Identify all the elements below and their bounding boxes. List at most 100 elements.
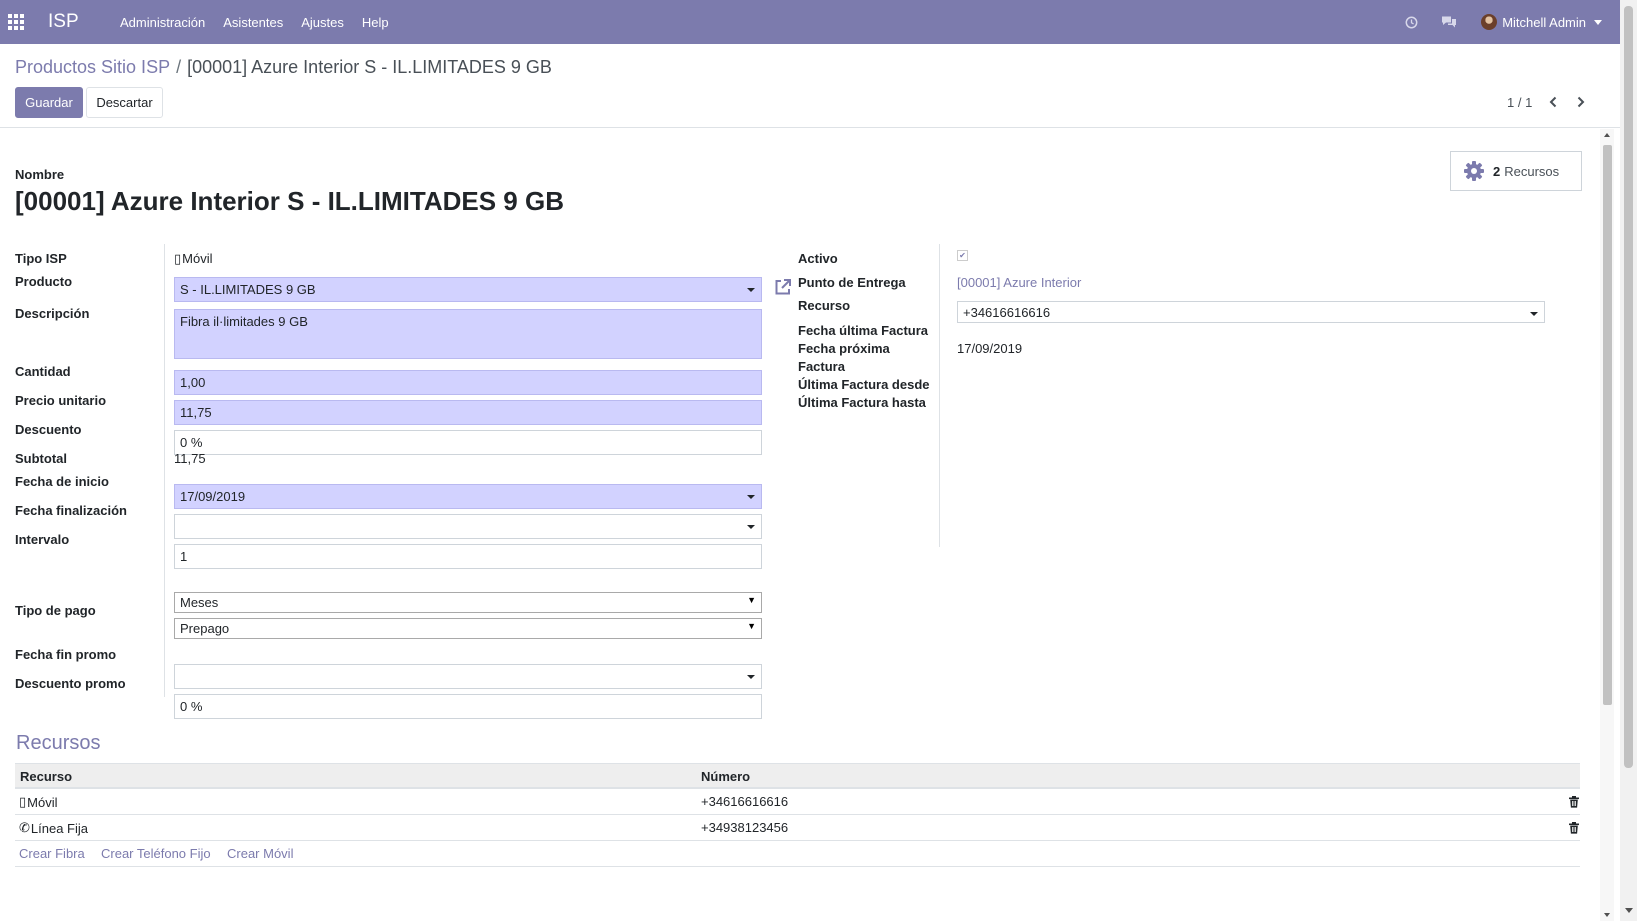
- activo-label: Activo: [798, 251, 838, 266]
- intervalo-unit-select[interactable]: Meses: [174, 592, 762, 613]
- descuento-label: Descuento: [15, 422, 82, 437]
- check-icon: ✔: [959, 250, 966, 260]
- subtotal-value: 11,75: [174, 451, 206, 466]
- gear-icon: [1464, 161, 1484, 181]
- breadcrumb-separator: /: [176, 57, 182, 77]
- recurso-field[interactable]: +34616616616: [957, 301, 1545, 323]
- producto-field[interactable]: S - IL.LIMITADES 9 GB: [174, 277, 762, 302]
- menu-item-administracion[interactable]: Administración: [120, 15, 205, 30]
- fecha-inicio-label: Fecha de inicio: [15, 474, 109, 489]
- table-row[interactable]: ✆ Línea Fija +34938123456: [15, 815, 1580, 841]
- fecha-finalizacion-label: Fecha finalización: [15, 503, 127, 518]
- breadcrumb-current: [00001] Azure Interior S - IL.LIMITADES …: [187, 57, 552, 77]
- precio-unitario-field[interactable]: 11,75: [174, 400, 762, 425]
- messaging-chat-icon[interactable]: [1441, 14, 1457, 30]
- activity-clock-icon[interactable]: [1403, 14, 1419, 30]
- recurso-label: Recurso: [798, 298, 851, 313]
- resources-section-title: Recursos: [16, 732, 101, 754]
- row-numero: +34616616616: [701, 794, 789, 809]
- fecha-fin-promo-field[interactable]: [174, 664, 762, 689]
- menu-item-ajustes[interactable]: Ajustes: [301, 15, 344, 30]
- cantidad-label: Cantidad: [15, 364, 71, 379]
- breadcrumb: Productos Sitio ISP / [00001] Azure Interi…: [15, 57, 552, 78]
- crear-movil-link[interactable]: Crear Móvil: [227, 846, 293, 861]
- descripcion-label: Descripción: [15, 306, 90, 321]
- user-menu[interactable]: Mitchell Admin: [1481, 14, 1602, 30]
- descuento-field[interactable]: 0 %: [174, 430, 762, 455]
- left-group-divider: [164, 244, 165, 697]
- fecha-inicio-field[interactable]: 17/09/2019: [174, 484, 762, 509]
- control-panel: Productos Sitio ISP / [00001] Azure Interi…: [0, 44, 1620, 128]
- main-menu: Administración Asistentes Ajustes Help: [120, 15, 389, 30]
- table-row[interactable]: ▯ Móvil +34616616616: [15, 789, 1580, 815]
- phone-icon: ✆: [19, 820, 30, 835]
- top-navbar: ISP Administración Asistentes Ajustes He…: [0, 0, 1620, 44]
- external-link-icon[interactable]: [773, 277, 793, 297]
- fecha-proxima-factura-label-line2: Factura: [798, 359, 845, 374]
- pager-previous-icon[interactable]: [1543, 92, 1563, 112]
- resources-label: Recursos: [1504, 163, 1560, 179]
- precio-unitario-label: Precio unitario: [15, 393, 107, 408]
- mobile-icon: ▯: [174, 251, 182, 266]
- scroll-up-arrow-icon[interactable]: [1604, 133, 1610, 137]
- apps-menu-icon[interactable]: [1, 0, 31, 44]
- intervalo-label: Intervalo: [15, 532, 70, 547]
- descripcion-field[interactable]: Fibra il·limitades 9 GB: [174, 309, 762, 359]
- menu-item-help[interactable]: Help: [362, 15, 389, 30]
- resources-count: 2: [1493, 163, 1501, 179]
- table-header: Recurso Número: [15, 763, 1580, 789]
- punto-entrega-link[interactable]: [00001] Azure Interior: [957, 275, 1081, 290]
- column-header-recurso[interactable]: Recurso: [20, 769, 72, 784]
- crear-fibra-link[interactable]: Crear Fibra: [19, 846, 85, 861]
- tipo-isp-label: Tipo ISP: [15, 251, 67, 266]
- right-group-divider: [939, 244, 940, 547]
- pager-value[interactable]: 1 / 1: [1507, 95, 1532, 110]
- scroll-down-arrow-icon[interactable]: [1625, 908, 1633, 913]
- row-recurso: Móvil: [27, 794, 58, 810]
- ultima-factura-hasta-label: Última Factura hasta: [798, 395, 926, 410]
- trash-icon[interactable]: [1568, 796, 1580, 808]
- resources-smart-button[interactable]: 2 Recursos: [1450, 151, 1582, 191]
- save-button[interactable]: Guardar: [15, 87, 83, 118]
- window-scrollbar[interactable]: [1620, 0, 1637, 921]
- record-title[interactable]: [00001] Azure Interior S - IL.LIMITADES …: [15, 186, 564, 217]
- producto-label: Producto: [15, 274, 73, 289]
- tipo-isp-value: ▯Móvil: [174, 251, 213, 266]
- breadcrumb-parent-link[interactable]: Productos Sitio ISP: [15, 57, 170, 77]
- intervalo-field[interactable]: 1: [174, 544, 762, 569]
- descuento-promo-field[interactable]: 0 %: [174, 694, 762, 719]
- app-brand: ISP: [48, 11, 79, 32]
- tipo-pago-select[interactable]: Prepago: [174, 618, 762, 639]
- fecha-finalizacion-field[interactable]: [174, 514, 762, 539]
- pager-next-icon[interactable]: [1571, 92, 1591, 112]
- window-scrollbar-thumb[interactable]: [1624, 6, 1633, 768]
- menu-item-asistentes[interactable]: Asistentes: [223, 15, 283, 30]
- fecha-proxima-factura-value: 17/09/2019: [957, 341, 1023, 356]
- fecha-fin-promo-label: Fecha fin promo: [15, 647, 117, 662]
- user-name: Mitchell Admin: [1502, 14, 1586, 30]
- form-scrollbar-thumb[interactable]: [1603, 145, 1612, 705]
- form-scrollbar[interactable]: [1600, 129, 1614, 921]
- activo-checkbox[interactable]: ✔: [957, 250, 968, 261]
- tipo-pago-label: Tipo de pago: [15, 603, 96, 618]
- column-header-numero[interactable]: Número: [701, 769, 750, 784]
- chevron-down-icon: [1594, 19, 1602, 25]
- crear-telefono-fijo-link[interactable]: Crear Teléfono Fijo: [101, 846, 211, 861]
- avatar: [1481, 14, 1498, 30]
- fecha-ultima-factura-label: Fecha última Factura: [798, 323, 929, 338]
- form-sheet: 2 Recursos Nombre [00001] Azure Interior…: [0, 129, 1620, 921]
- descuento-promo-label: Descuento promo: [15, 676, 126, 691]
- fecha-proxima-factura-label: Fecha próxima: [798, 341, 890, 356]
- name-label: Nombre: [15, 167, 65, 182]
- ultima-factura-desde-label: Última Factura desde: [798, 377, 930, 392]
- discard-button[interactable]: Descartar: [86, 87, 163, 118]
- resources-table: Recurso Número ▯ Móvil +34616616616 ✆ Líne…: [15, 763, 1580, 867]
- punto-entrega-label: Punto de Entrega: [798, 275, 906, 290]
- scroll-down-arrow-icon[interactable]: [1604, 913, 1610, 917]
- subtotal-label: Subtotal: [15, 451, 67, 466]
- cantidad-field[interactable]: 1,00: [174, 370, 762, 395]
- add-line-row: Crear Fibra Crear Teléfono Fijo Crear Mó…: [15, 841, 1580, 867]
- row-recurso: Línea Fija: [30, 820, 88, 836]
- row-numero: +34938123456: [701, 820, 789, 835]
- trash-icon[interactable]: [1568, 822, 1580, 834]
